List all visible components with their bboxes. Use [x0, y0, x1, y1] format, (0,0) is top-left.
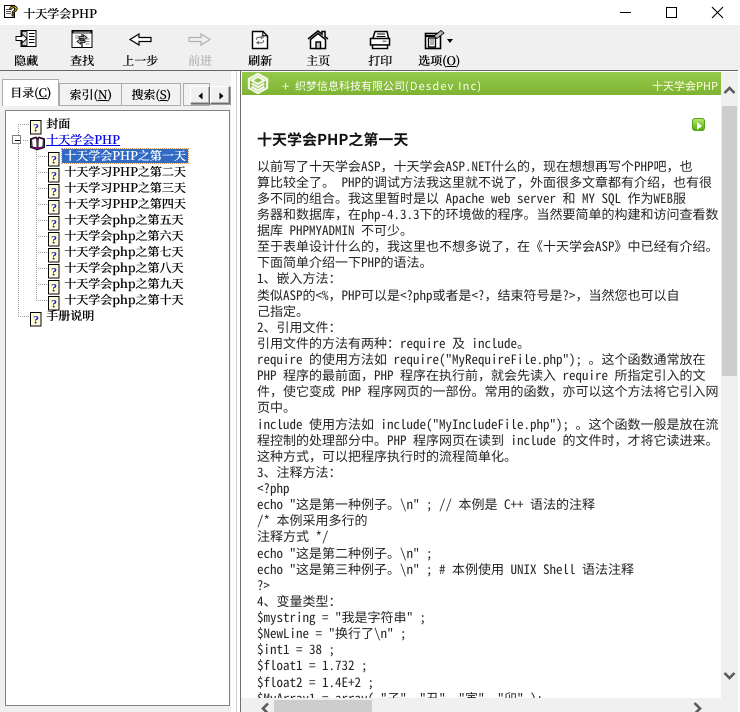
- svg-text:?: ?: [9, 4, 18, 19]
- svg-text:?: ?: [33, 313, 39, 327]
